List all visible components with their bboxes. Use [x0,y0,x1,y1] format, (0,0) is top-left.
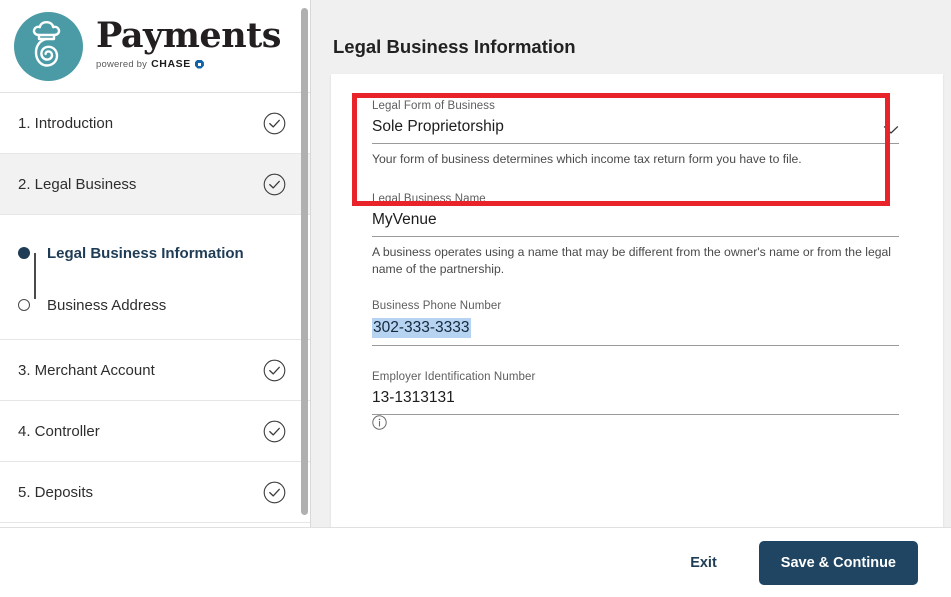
sidebar-item-label: 2. Legal Business [18,175,137,193]
sidebar-scrollbar[interactable] [301,8,308,515]
sidebar: Payments powered by CHASE 1. Introductio… [0,0,311,527]
sidebar-item-deposits[interactable]: 5. Deposits [0,462,310,523]
field-label: Legal Form of Business [372,100,496,112]
stepper-connector-line [34,253,36,299]
sidebar-item-legal-business[interactable]: 2. Legal Business [0,154,310,215]
substep-label: Business Address [47,296,167,314]
business-name-input[interactable]: MyVenue [372,205,899,237]
save-and-continue-button[interactable]: Save & Continue [758,540,918,585]
chase-octagon-icon [194,59,204,69]
sidebar-item-controller[interactable]: 4. Controller [0,401,310,462]
legal-form-select[interactable]: Sole Proprietorship [372,112,899,144]
field-label: Business Phone Number [372,300,502,313]
main-content: Legal Business Information Legal Form of… [311,0,951,527]
onboarding-wizard: Payments powered by CHASE 1. Introductio… [0,0,951,597]
exit-button[interactable]: Exit [690,555,717,571]
brand-subtitle: powered by CHASE [96,58,281,70]
field-employer-identification-number: Employer Identification Number 13-131313… [372,371,899,431]
check-circle-icon [263,173,286,196]
check-circle-icon [263,359,286,382]
field-value: Sole Proprietorship [372,118,504,135]
field-value: MyVenue [372,210,437,228]
info-circle-icon[interactable] [372,415,899,431]
sidebar-item-label: 5. Deposits [18,483,94,501]
brand-header: Payments powered by CHASE [0,0,310,93]
substep-label: Legal Business Information [47,244,244,262]
substep-business-address[interactable]: Business Address [0,293,310,317]
check-circle-icon [263,112,286,135]
field-legal-form-of-business: Legal Form of Business Sole Proprietorsh… [372,100,899,168]
page-title: Legal Business Information [333,36,576,57]
form-card: Legal Form of Business Sole Proprietorsh… [331,74,943,527]
brand-title: Payments [96,15,282,56]
field-business-phone-number: Business Phone Number 302-333-3333 [372,300,899,347]
sidebar-item-introduction[interactable]: 1. Introduction [0,93,310,154]
chef-hat-spiral-icon [14,11,83,81]
field-help-text: Your form of business determines which i… [372,152,802,166]
sidebar-item-label: 3. Merchant Account [18,361,155,379]
check-circle-icon [263,420,286,443]
field-value: 13-1313131 [372,389,455,407]
check-circle-icon [263,481,286,504]
sidebar-item-label: 4. Controller [18,422,100,440]
powered-by-label: powered by [96,58,148,70]
field-value: 302-333-3333 [372,318,471,339]
substep-legal-business-information[interactable]: Legal Business Information [0,241,310,265]
business-phone-input[interactable]: 302-333-3333 [372,312,899,347]
sidebar-item-merchant-account[interactable]: 3. Merchant Account [0,340,310,401]
chase-wordmark: CHASE [151,58,191,70]
field-help-text: A business operates using a name that ma… [372,244,891,276]
field-label: Legal Business Name [372,192,486,205]
substep-list: Legal Business Information Business Addr… [0,215,310,340]
ein-input[interactable]: 13-1313131 [372,383,899,416]
field-legal-business-name: Legal Business Name MyVenue A business o… [372,193,899,278]
stepper-dot-hollow-icon [0,299,47,311]
brand-text: Payments powered by CHASE [96,15,282,74]
stepper-dot-filled-icon [0,247,47,259]
field-label: Employer Identification Number [372,371,536,384]
footer-actions: Exit Save & Continue [0,527,951,597]
sidebar-item-label: 1. Introduction [18,114,114,132]
chevron-down-icon[interactable] [883,122,899,134]
